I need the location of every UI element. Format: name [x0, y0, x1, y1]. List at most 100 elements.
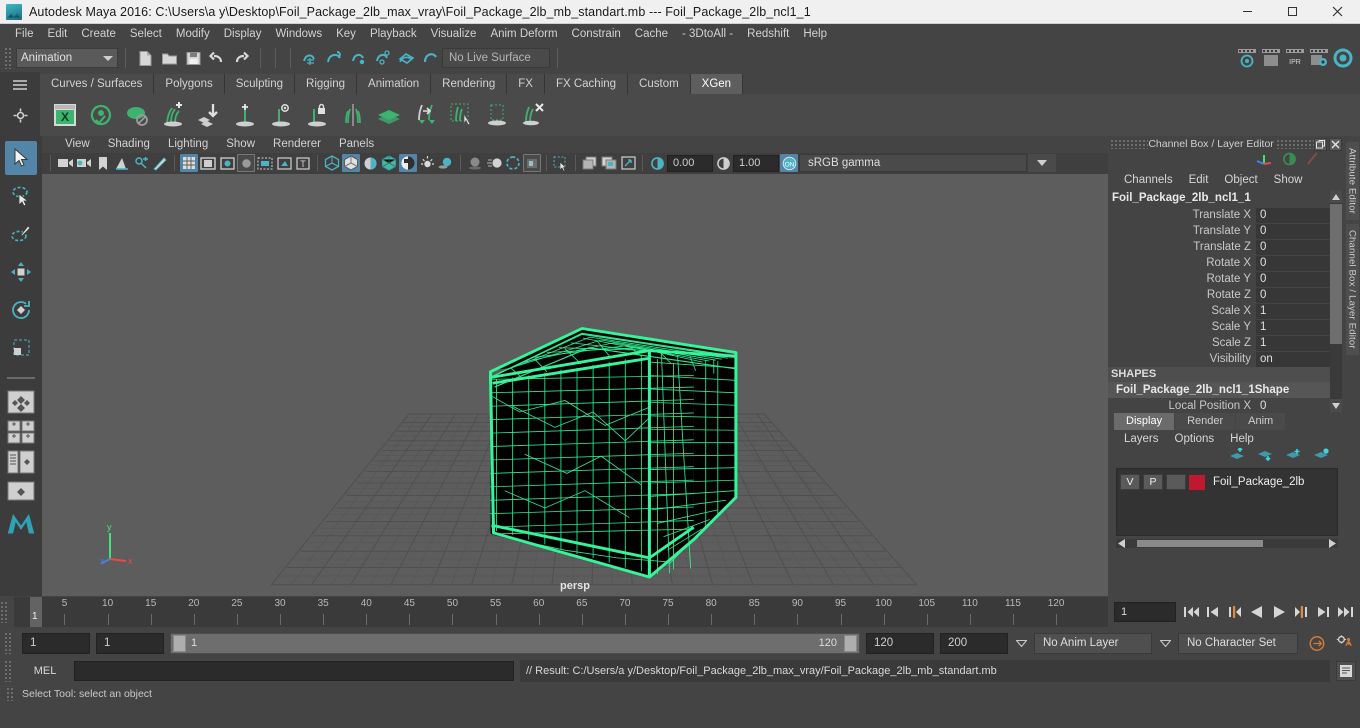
live-surface-field[interactable]: No Live Surface: [442, 48, 550, 68]
channel-box-display-icon[interactable]: [1282, 152, 1297, 171]
channel-value[interactable]: 0: [1256, 207, 1330, 223]
select-tool-button[interactable]: [5, 141, 37, 175]
channel-box-scrollbar[interactable]: [1330, 190, 1342, 412]
film-gate-icon[interactable]: [199, 154, 217, 172]
menu-key[interactable]: Key: [329, 24, 363, 44]
layer-visibility-toggle[interactable]: V: [1120, 474, 1140, 490]
layer-scroll-thumb[interactable]: [1137, 540, 1263, 547]
layer-menu-options[interactable]: Options: [1167, 433, 1223, 445]
shelf-tab-xgen[interactable]: XGen: [690, 74, 744, 94]
channel-value[interactable]: 1: [1256, 303, 1330, 319]
new-scene-icon[interactable]: [133, 47, 157, 69]
viewport-menu-show[interactable]: Show: [217, 138, 264, 150]
xgen-import-collection-icon[interactable]: [194, 99, 224, 131]
go-to-end-icon[interactable]: [1336, 603, 1354, 621]
channel-row-scale-z[interactable]: Scale Z 1: [1108, 335, 1344, 351]
wireframe-on-shaded-icon[interactable]: [380, 154, 398, 172]
channel-row-scale-y[interactable]: Scale Y 1: [1108, 319, 1344, 335]
layer-row[interactable]: V P Foil_Package_2lb: [1120, 473, 1334, 491]
xgen-region-icon[interactable]: [482, 99, 512, 131]
layer-menu-help[interactable]: Help: [1222, 433, 1262, 445]
use-all-lights-icon[interactable]: [418, 154, 436, 172]
channel-box-scroll-thumb[interactable]: [1330, 204, 1342, 344]
channel-value[interactable]: 0: [1256, 271, 1330, 287]
playback-end-time-field[interactable]: 120: [866, 632, 934, 654]
channel-value[interactable]: 0: [1256, 255, 1330, 271]
shelf-options-icon[interactable]: [13, 108, 28, 128]
move-layer-up-icon[interactable]: [1229, 446, 1246, 466]
scroll-up-arrow-icon[interactable]: [1330, 190, 1342, 203]
menu-create[interactable]: Create: [74, 24, 123, 44]
xgen-add-description-icon[interactable]: [158, 99, 188, 131]
panel-drag-handle-right[interactable]: [1275, 139, 1315, 149]
move-tool-button[interactable]: [5, 255, 37, 289]
shelf-menu-icon[interactable]: [12, 78, 28, 96]
manipulator-axis-icon[interactable]: [1256, 152, 1274, 171]
layer-list[interactable]: V P Foil_Package_2lb: [1116, 468, 1338, 536]
range-slider-drag-handle[interactable]: [4, 632, 12, 654]
play-forwards-icon[interactable]: [1270, 603, 1288, 621]
maximize-button[interactable]: [1270, 0, 1315, 24]
viewport-menu-view[interactable]: View: [56, 138, 99, 150]
channel-value[interactable]: 1: [1256, 335, 1330, 351]
scroll-left-arrow-icon[interactable]: [1118, 539, 1127, 548]
texture-display-icon[interactable]: [399, 154, 417, 173]
two-d-pan-zoom-icon[interactable]: [132, 154, 150, 172]
menu-edit[interactable]: Edit: [41, 24, 75, 44]
shelf-tab-rendering[interactable]: Rendering: [431, 74, 508, 94]
menu-playback[interactable]: Playback: [363, 24, 424, 44]
snap-projected-center-icon[interactable]: [370, 47, 394, 69]
xgen-delete-guides-icon[interactable]: [518, 99, 548, 131]
create-new-layer-icon[interactable]: [1285, 448, 1302, 466]
channel-row-visibility[interactable]: Visibility on: [1108, 351, 1344, 367]
channel-box-menu-edit[interactable]: Edit: [1181, 174, 1217, 186]
channel-box-menu-show[interactable]: Show: [1266, 174, 1311, 186]
exposure-field[interactable]: 0.00: [667, 154, 713, 172]
copy-view-icon[interactable]: [600, 154, 618, 172]
range-left-handle[interactable]: [173, 634, 186, 652]
range-right-handle[interactable]: [844, 634, 857, 652]
viewport-menu-renderer[interactable]: Renderer: [264, 138, 330, 150]
depth-of-field-icon[interactable]: [523, 154, 541, 173]
screen-space-ao-icon[interactable]: [466, 154, 484, 172]
layer-name[interactable]: Foil_Package_2lb: [1213, 476, 1304, 488]
scale-tool-button[interactable]: [5, 331, 37, 365]
xgen-preview-groom-icon[interactable]: [266, 99, 296, 131]
render-current-frame-icon[interactable]: [1236, 47, 1258, 69]
shelf-tab-animation[interactable]: Animation: [357, 74, 432, 94]
channel-row-rotate-z[interactable]: Rotate Z 0: [1108, 287, 1344, 303]
animation-start-time-field[interactable]: 1: [22, 632, 90, 654]
select-camera-icon[interactable]: [56, 154, 74, 172]
menu-display[interactable]: Display: [217, 24, 269, 44]
shelf-tab-custom[interactable]: Custom: [628, 74, 691, 94]
close-button[interactable]: [1315, 0, 1360, 24]
command-input[interactable]: [74, 661, 514, 681]
xray-text-icon[interactable]: T: [294, 154, 312, 172]
image-plane-icon[interactable]: [113, 154, 131, 172]
go-to-start-icon[interactable]: [1182, 603, 1200, 621]
single-pane-layout-icon[interactable]: [581, 154, 599, 172]
xgen-guide-layers-icon[interactable]: [374, 99, 404, 131]
character-set-dropdown-arrow[interactable]: [1158, 633, 1172, 653]
panel-undock-button[interactable]: [1314, 137, 1328, 151]
exposure-icon[interactable]: [648, 154, 666, 172]
rotate-tool-button[interactable]: [5, 293, 37, 327]
anim-layer-dropdown-arrow[interactable]: [1014, 633, 1028, 653]
xgen-convert-to-interactive-icon[interactable]: [410, 99, 440, 131]
redo-icon[interactable]: [229, 47, 253, 69]
layer-color-swatch[interactable]: [1189, 474, 1205, 490]
channel-row-translate-z[interactable]: Translate Z 0: [1108, 239, 1344, 255]
menu-modify[interactable]: Modify: [169, 24, 217, 44]
auto-keyframe-toggle-icon[interactable]: [1308, 634, 1326, 652]
time-slider[interactable]: 1 5 10 15 20 25 30 35 40 45 50 55 60 65 70 75 80 85 90 95 1…: [14, 597, 1108, 627]
current-frame-field[interactable]: 1: [1114, 602, 1176, 622]
menu-set-selector[interactable]: Animation: [16, 48, 118, 68]
isolate-select-icon[interactable]: [275, 154, 293, 172]
shelf-tab-fx-caching[interactable]: FX Caching: [544, 74, 629, 94]
color-profile-field[interactable]: sRGB gamma: [799, 154, 1027, 173]
undo-icon[interactable]: [205, 47, 229, 69]
scroll-right-arrow-icon[interactable]: [1327, 539, 1336, 548]
shelf-tab-curves-surfaces[interactable]: Curves / Surfaces: [40, 74, 155, 94]
menu-help[interactable]: Help: [796, 24, 834, 44]
make-live-icon[interactable]: [418, 47, 442, 69]
